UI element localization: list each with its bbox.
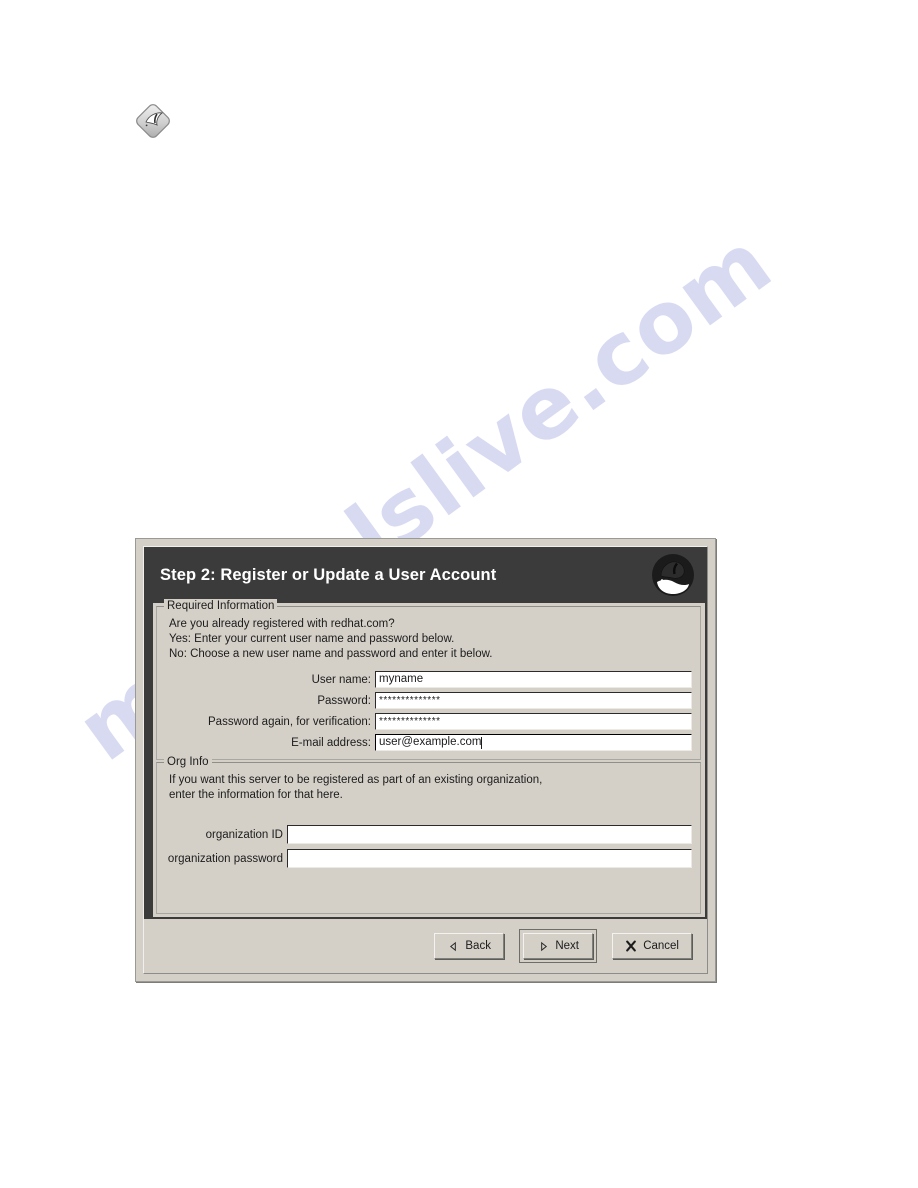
email-label: E-mail address:	[291, 736, 371, 749]
cancel-button[interactable]: Cancel	[612, 933, 692, 959]
field-row-user-name: User name: myname	[165, 671, 692, 688]
email-input[interactable]: user@example.com	[375, 734, 692, 751]
triangle-left-icon	[447, 940, 459, 952]
intro-line-3: No: Choose a new user name and password …	[169, 648, 493, 660]
user-name-value: myname	[379, 673, 424, 685]
dialog-button-bar: Back Next Cancel	[144, 919, 707, 973]
dialog-inner: Step 2: Register or Update a User Accoun…	[143, 546, 708, 974]
dialog-banner: Step 2: Register or Update a User Accoun…	[144, 547, 707, 603]
password-verify-input[interactable]: **************	[375, 713, 692, 730]
user-name-input[interactable]: myname	[375, 671, 692, 688]
org-fields: organization ID organization password	[165, 825, 692, 868]
back-button[interactable]: Back	[434, 933, 505, 959]
page-title: Step 2: Register or Update a User Accoun…	[160, 565, 497, 584]
org-info-group-title: Org Info	[164, 755, 212, 769]
org-intro-line-1: If you want this server to be registered…	[169, 774, 543, 786]
field-row-organization-password: organization password	[165, 849, 692, 868]
organization-id-label: organization ID	[205, 828, 283, 841]
organization-password-input[interactable]	[287, 849, 692, 868]
next-button-label: Next	[555, 940, 580, 952]
field-row-password: Password: **************	[165, 692, 692, 709]
triangle-right-icon	[537, 940, 549, 952]
next-button-wrap: Next	[519, 929, 598, 963]
password-verify-label: Password again, for verification:	[208, 715, 371, 728]
password-verify-value: **************	[379, 716, 441, 727]
field-row-organization-id: organization ID	[165, 825, 692, 844]
organization-id-input[interactable]	[287, 825, 692, 844]
org-info-group: Org Info If you want this server to be r…	[156, 755, 701, 914]
back-button-wrap: Back	[431, 930, 507, 962]
email-value: user@example.com	[379, 736, 482, 748]
required-fields: User name: myname Password: ************…	[165, 671, 692, 751]
intro-line-1: Are you already registered with redhat.c…	[169, 618, 395, 630]
cross-x-icon	[625, 940, 637, 952]
field-row-password-verify: Password again, for verification: ******…	[165, 713, 692, 730]
next-button[interactable]: Next	[523, 933, 594, 959]
back-button-label: Back	[465, 940, 491, 952]
intro-line-2: Yes: Enter your current user name and pa…	[169, 633, 455, 645]
field-row-email: E-mail address: user@example.com	[165, 734, 692, 751]
required-information-group-title: Required Information	[164, 599, 278, 613]
redhat-shadowman-logo-icon	[652, 554, 694, 596]
password-value: **************	[379, 695, 441, 706]
diamond-note-icon	[136, 104, 170, 138]
org-intro-line-2: enter the information for that here.	[169, 789, 343, 801]
dialog-body: Required Information Are you already reg…	[144, 599, 707, 919]
cancel-button-wrap: Cancel	[609, 930, 695, 962]
text-caret	[481, 736, 483, 749]
organization-password-label: organization password	[167, 852, 283, 865]
password-label: Password:	[317, 694, 371, 707]
register-user-dialog: Step 2: Register or Update a User Accoun…	[135, 538, 716, 982]
user-name-label: User name:	[311, 673, 371, 686]
cancel-button-label: Cancel	[643, 940, 679, 952]
password-input[interactable]: **************	[375, 692, 692, 709]
required-information-group: Required Information Are you already reg…	[156, 599, 701, 760]
dialog-panels: Required Information Are you already reg…	[153, 599, 705, 917]
